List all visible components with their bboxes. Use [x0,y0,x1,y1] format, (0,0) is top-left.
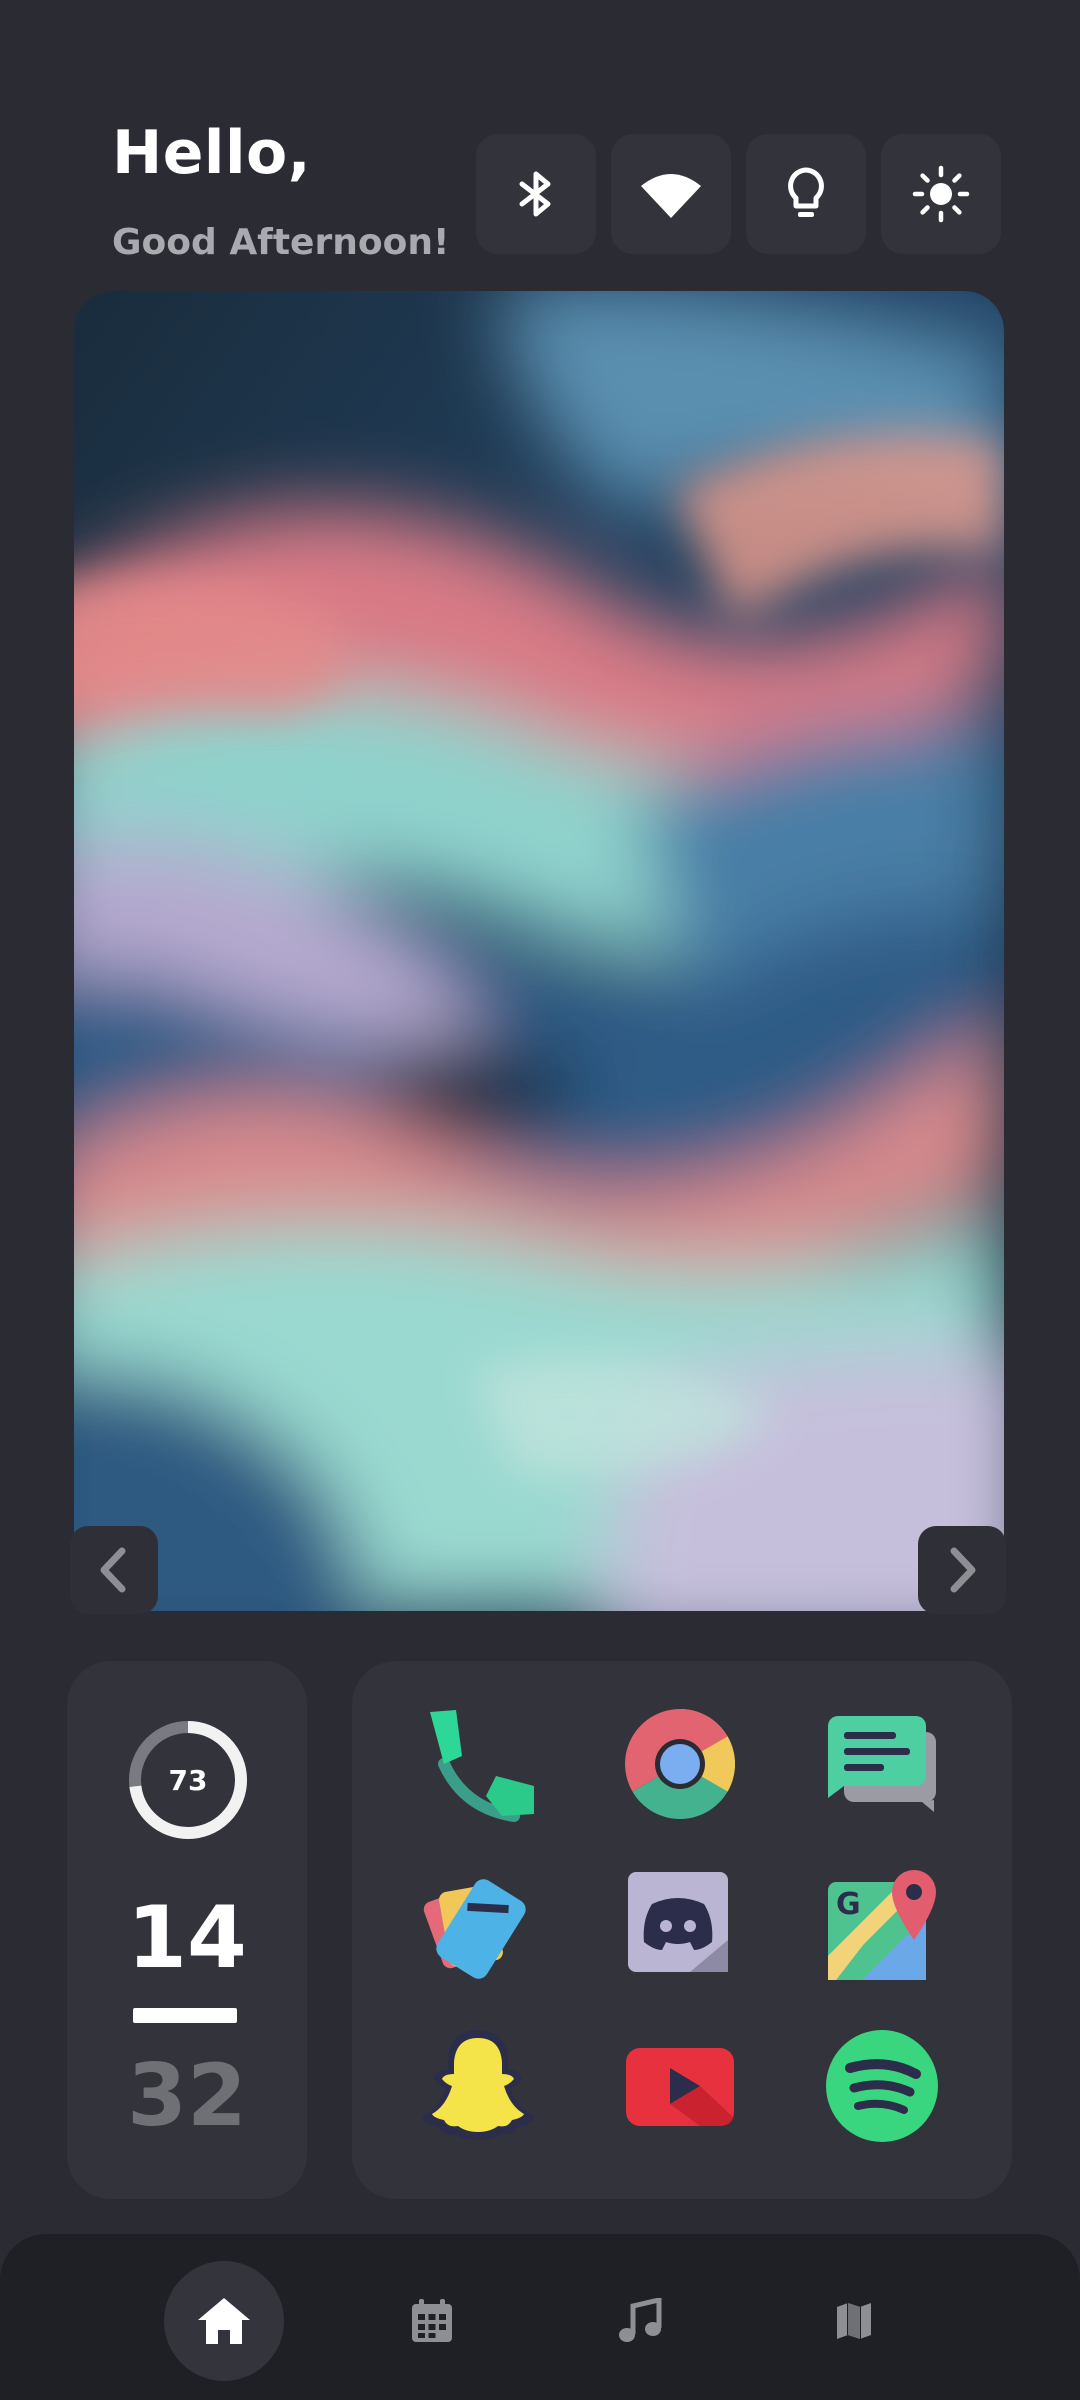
svg-text:G: G [836,1887,861,1922]
app-discord[interactable] [620,1864,740,1984]
wallpaper-next-button[interactable] [918,1526,1006,1614]
chrome-icon [625,1709,735,1819]
battery-percent: 73 [168,1763,208,1797]
clock-divider [133,2008,237,2023]
app-youtube[interactable] [620,2026,740,2146]
nav-calendar-button[interactable] [372,2261,492,2381]
home-icon [198,2298,250,2344]
youtube-icon [626,2048,734,2126]
bluetooth-icon [519,171,551,217]
wifi-toggle[interactable] [611,134,731,254]
music-note-icon [619,2298,662,2342]
spotify-icon [826,2030,938,2142]
wifi-icon [641,174,701,218]
nav-map-button[interactable] [794,2261,914,2381]
greeting-subtitle: Good Afternoon! [112,222,450,263]
nav-music-button[interactable] [580,2261,700,2381]
lightbulb-icon [788,167,824,217]
discord-icon [628,1872,728,1972]
maps-icon: G [828,1870,936,1980]
calendar-icon [412,2299,452,2342]
snapchat-icon [422,2030,534,2140]
app-grid: G [352,1661,1012,2199]
nav-home-button[interactable] [164,2261,284,2381]
clock-minute: 32 [127,2046,247,2146]
phone-icon [430,1710,534,1822]
messages-icon [828,1716,936,1812]
brightness-toggle[interactable] [881,134,1001,254]
stats-widget: 73 14 32 [67,1661,307,2199]
wallet-icon [423,1879,526,1979]
app-snapchat[interactable] [418,2026,538,2146]
app-phone[interactable] [418,1704,538,1824]
app-maps[interactable]: G [822,1864,942,1984]
clock-hour: 14 [127,1888,247,1988]
sun-icon [912,165,970,223]
chevron-left-icon [100,1547,126,1593]
bluetooth-toggle[interactable] [476,134,596,254]
wallpaper-prev-button[interactable] [70,1526,158,1614]
wallpaper-image[interactable] [74,291,1004,1611]
app-messages[interactable] [822,1704,942,1824]
app-spotify[interactable] [822,2026,942,2146]
chevron-right-icon [950,1547,976,1593]
flashlight-toggle[interactable] [746,134,866,254]
map-icon [837,2303,871,2339]
app-wallet[interactable] [418,1864,538,1984]
bottom-navigation [0,2234,1080,2400]
greeting-hello: Hello, [112,118,312,188]
app-chrome[interactable] [620,1704,740,1824]
